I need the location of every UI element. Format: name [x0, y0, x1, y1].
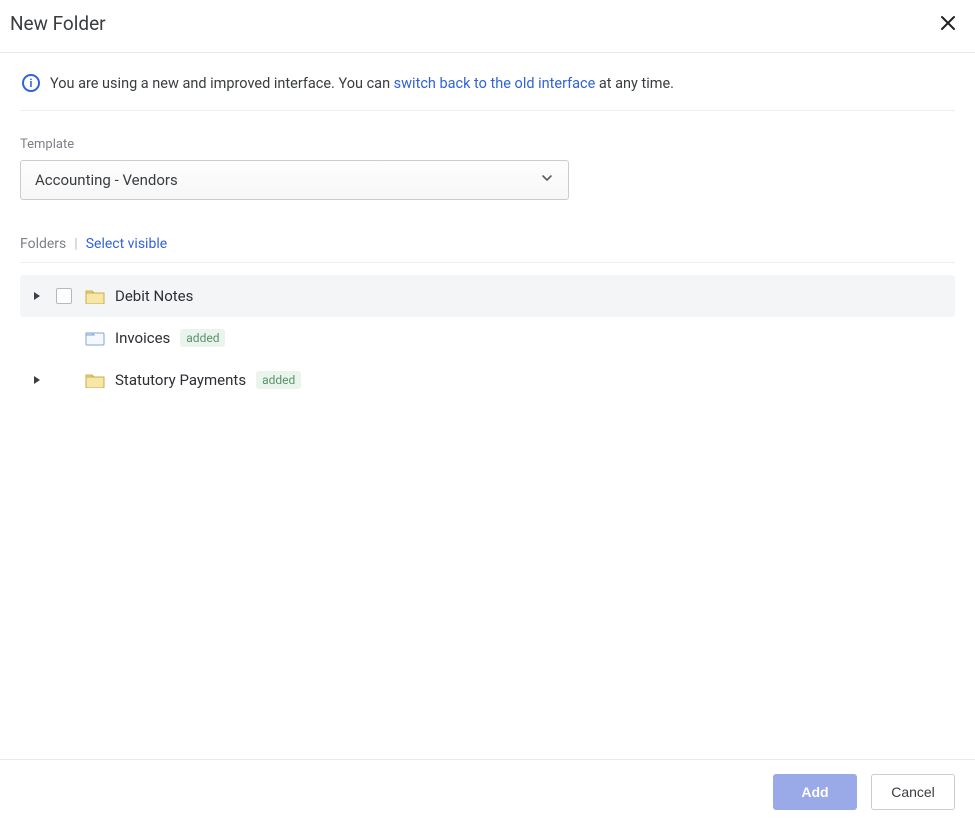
- dialog-footer: Add Cancel: [0, 759, 975, 824]
- template-label: Template: [20, 137, 955, 152]
- dialog-header: New Folder: [0, 0, 975, 53]
- close-button[interactable]: [935, 10, 961, 36]
- info-prefix: You are using a new and improved interfa…: [50, 75, 394, 92]
- folder-icon: [85, 288, 105, 304]
- template-section: Template Accounting - Vendors: [20, 137, 955, 200]
- chevron-down-icon: [540, 171, 554, 189]
- folder-name: Debit Notes: [115, 287, 193, 305]
- folder-name: Invoices: [115, 329, 170, 347]
- folder-row[interactable]: Statutory Payments added: [20, 359, 955, 401]
- cancel-button[interactable]: Cancel: [871, 774, 955, 810]
- select-visible-link[interactable]: Select visible: [86, 236, 167, 252]
- added-badge: added: [180, 329, 225, 347]
- folder-checkbox[interactable]: [56, 288, 72, 304]
- info-icon: i: [22, 74, 40, 92]
- folder-name: Statutory Payments: [115, 371, 246, 389]
- template-select[interactable]: Accounting - Vendors: [20, 160, 569, 200]
- info-text: You are using a new and improved interfa…: [50, 75, 674, 92]
- info-banner: i You are using a new and improved inter…: [20, 71, 955, 111]
- folder-row[interactable]: Debit Notes: [20, 275, 955, 317]
- dialog-title: New Folder: [10, 12, 106, 35]
- folders-label: Folders: [20, 236, 66, 252]
- folder-tree: Debit NotesInvoicesaddedStatutory Paymen…: [20, 275, 955, 401]
- expand-caret-icon[interactable]: [32, 375, 42, 385]
- template-selected-value: Accounting - Vendors: [35, 171, 178, 189]
- expand-caret-icon[interactable]: [32, 291, 42, 301]
- folder-row[interactable]: Invoices added: [20, 317, 955, 359]
- close-icon: [939, 14, 957, 32]
- separator: |: [74, 236, 77, 252]
- switch-back-link[interactable]: switch back to the old interface: [394, 75, 596, 92]
- folders-header-bar: Folders | Select visible: [20, 236, 955, 263]
- added-badge: added: [256, 371, 301, 389]
- folder-icon: [85, 372, 105, 388]
- info-suffix: at any time.: [595, 75, 674, 92]
- add-button[interactable]: Add: [773, 774, 857, 810]
- folder-open-icon: [85, 330, 105, 346]
